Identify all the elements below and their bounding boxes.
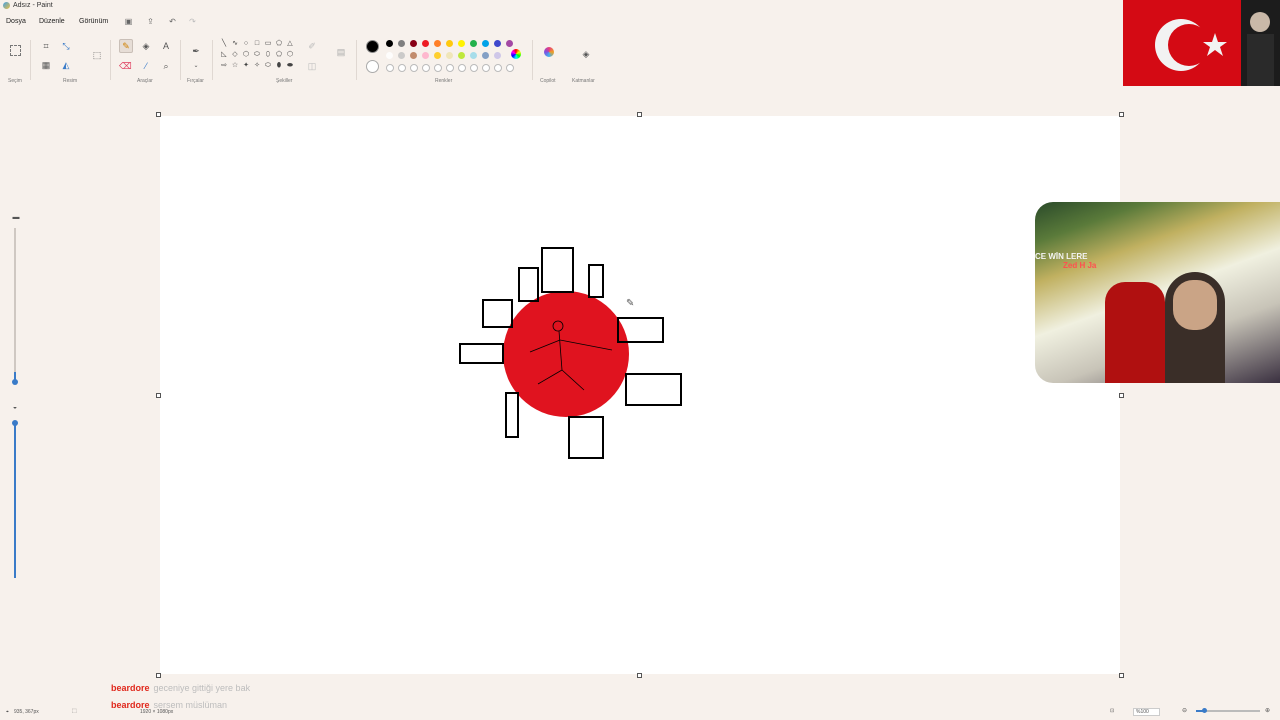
drawn-rectangle <box>588 264 604 298</box>
neon-text-2: Zed H Ja <box>1063 261 1097 270</box>
zoom-in-icon[interactable]: ⊕ <box>1265 707 1270 714</box>
chat-username: beardore <box>111 683 150 693</box>
cursor-position: 935, 367px <box>14 709 39 715</box>
red-circle <box>503 291 629 417</box>
neon-text-1: CE WİN LERE <box>1035 252 1088 261</box>
drawn-rectangle <box>541 247 574 293</box>
drawn-rectangle <box>568 416 604 459</box>
drawn-rectangle <box>518 267 539 302</box>
chat-message: beardore geceniye gittiği yere bak <box>111 683 250 693</box>
status-bar: ⌖ 935, 367px ⬚ 1920 × 1080px ⊡ %100 ⊖ ⊕ <box>0 704 1280 720</box>
crescent-star-icon <box>1155 0 1280 86</box>
selection-size-icon: ⬚ <box>72 708 77 714</box>
cursor-position-icon: ⌖ <box>6 709 9 715</box>
gaming-chair <box>1105 282 1165 383</box>
turkish-flag-overlay <box>1123 0 1280 86</box>
zoom-out-icon[interactable]: ⊖ <box>1182 707 1187 714</box>
zoom-slider-thumb[interactable] <box>1202 708 1207 713</box>
webcam-overlay: CE WİN LERE Zed H Ja <box>1035 202 1280 383</box>
zoom-dropdown[interactable]: %100 <box>1133 708 1160 716</box>
drawn-rectangle <box>482 299 513 328</box>
pencil-cursor-icon: ✎ <box>626 298 634 309</box>
drawn-rectangle <box>625 373 682 406</box>
streamer-face <box>1173 280 1217 330</box>
fit-screen-icon[interactable]: ⊡ <box>1110 708 1114 714</box>
chat-text: geceniye gittiği yere bak <box>153 683 251 693</box>
drawn-rectangle <box>459 343 504 364</box>
neon-sign: CE WİN LERE Zed H Ja <box>1035 252 1125 270</box>
canvas-size: 1920 × 1080px <box>140 709 174 715</box>
drawn-rectangle <box>505 392 519 438</box>
